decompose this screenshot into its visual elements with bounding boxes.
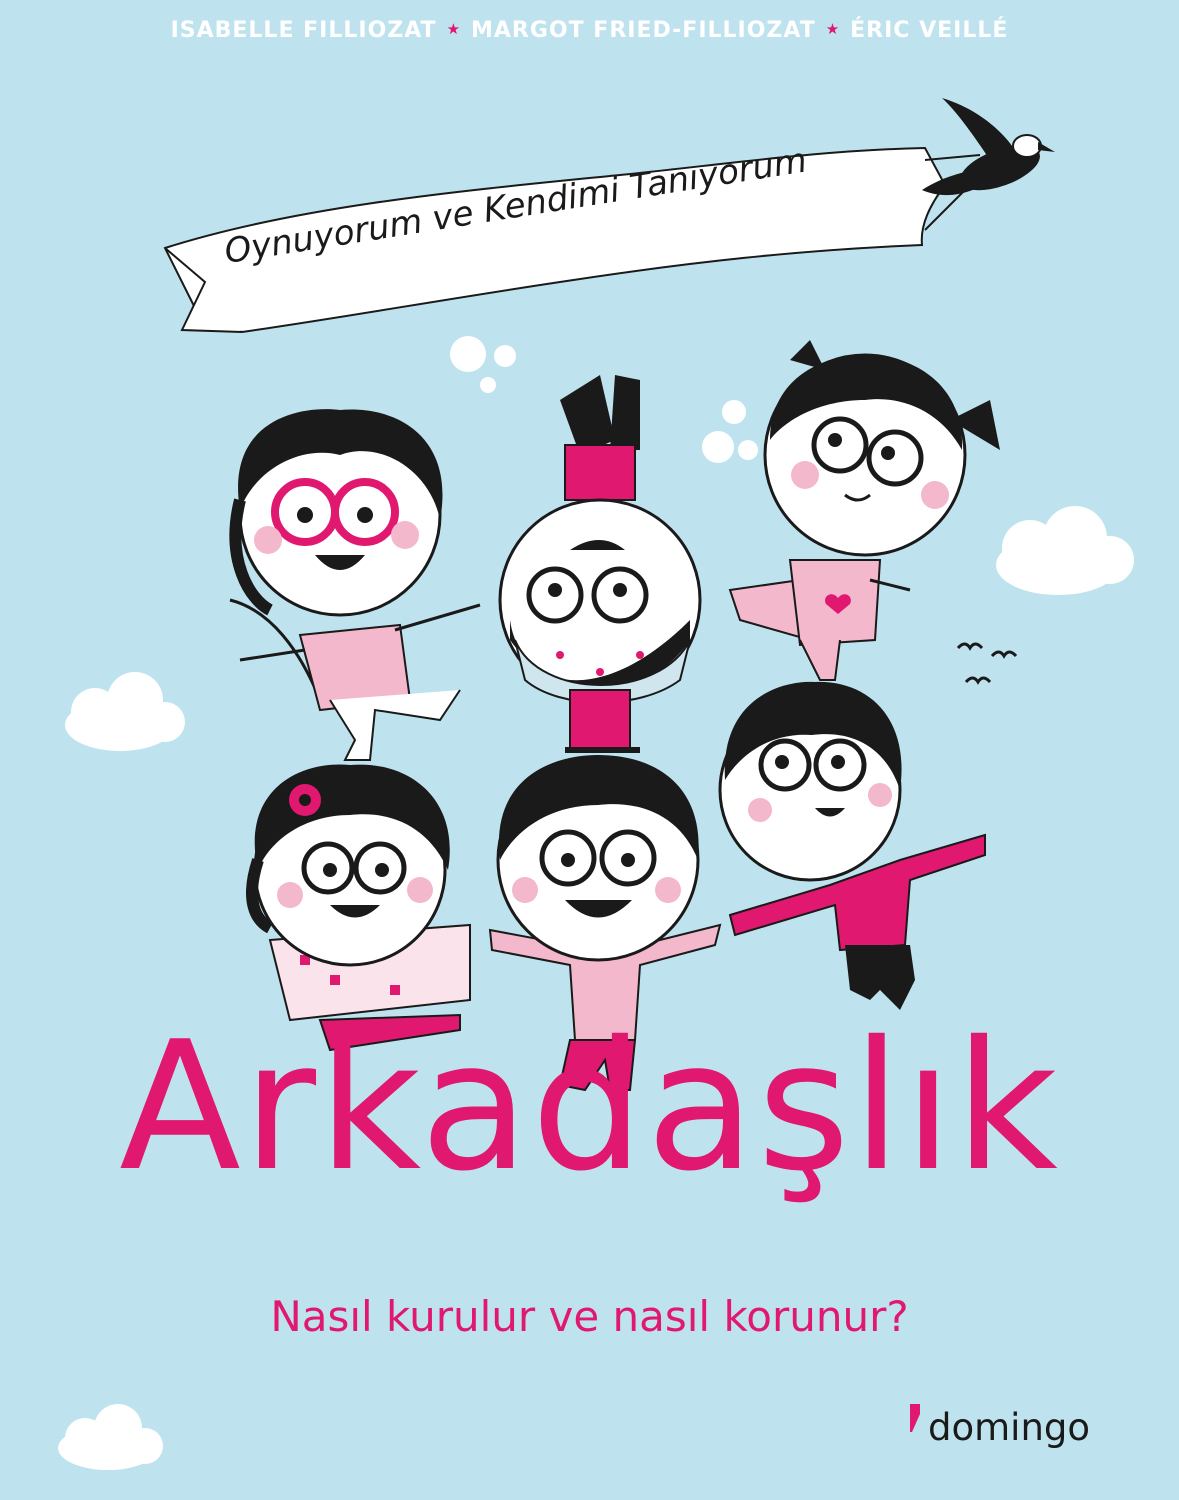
publisher-logo-mark-icon bbox=[910, 1403, 920, 1432]
cover-illustration bbox=[58, 98, 1134, 1470]
book-subtitle: Nasıl kurulur ve nasıl korunur? bbox=[270, 1292, 909, 1341]
cloud-icon bbox=[65, 672, 185, 751]
bird-icon bbox=[922, 98, 1055, 196]
kid-boy-curly bbox=[718, 681, 986, 1010]
book-cover: ISABELLE FILLIOZAT ★ MARGOT FRIED-FILLIOZA… bbox=[0, 0, 1179, 1500]
publisher-logo: domingo bbox=[908, 1403, 1091, 1449]
cloud-icon bbox=[996, 506, 1134, 595]
publisher-name: domingo bbox=[928, 1406, 1091, 1449]
kid-girl-pigtails bbox=[728, 340, 1000, 681]
kid-girl-glasses bbox=[229, 409, 481, 761]
flower-icon bbox=[289, 784, 321, 816]
kid-upside-down bbox=[498, 375, 702, 753]
cloud-icon bbox=[58, 1404, 163, 1470]
book-title: Arkadaşlık bbox=[119, 1003, 1060, 1210]
small-birds-icon bbox=[956, 642, 1018, 685]
